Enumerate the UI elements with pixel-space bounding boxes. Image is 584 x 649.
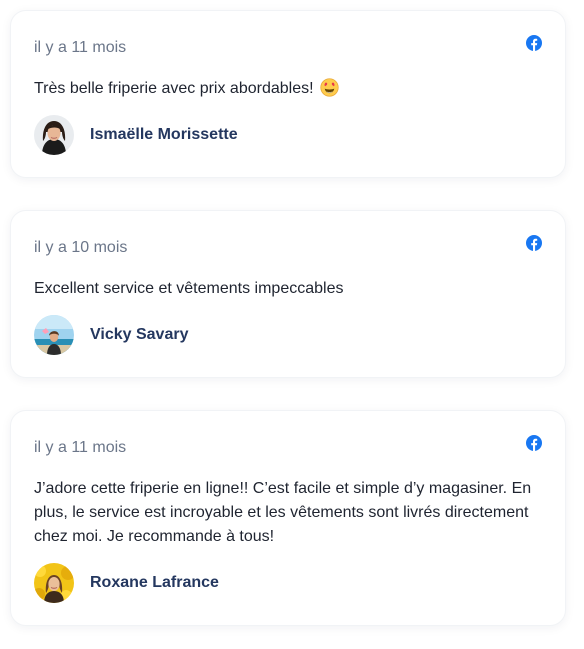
facebook-icon[interactable] bbox=[526, 35, 542, 51]
reviews-list: il y a 11 mois Très belle friperie avec … bbox=[0, 0, 584, 649]
author-name[interactable]: Roxane Lafrance bbox=[90, 574, 219, 592]
review-card: il y a 10 mois Excellent service et vête… bbox=[10, 210, 566, 378]
author-name[interactable]: Vicky Savary bbox=[90, 326, 188, 344]
review-text: Excellent service et vêtements impeccabl… bbox=[34, 280, 344, 297]
avatar bbox=[34, 563, 74, 603]
review-text: J’adore cette friperie en ligne!! C’est … bbox=[34, 480, 532, 545]
review-card: il y a 11 mois Très belle friperie avec … bbox=[10, 10, 566, 178]
author-name[interactable]: Ismaëlle Morissette bbox=[90, 126, 238, 144]
review-author: Roxane Lafrance bbox=[34, 563, 219, 603]
review-text-content: Très belle friperie avec prix abordables… bbox=[34, 80, 314, 97]
review-time: il y a 11 mois bbox=[34, 439, 127, 456]
facebook-icon[interactable] bbox=[526, 435, 542, 451]
review-time: il y a 10 mois bbox=[34, 239, 128, 256]
heart-eyes-emoji-icon bbox=[320, 78, 339, 97]
facebook-icon[interactable] bbox=[526, 235, 542, 251]
review-card: il y a 11 mois J’adore cette friperie en… bbox=[10, 410, 566, 626]
avatar bbox=[34, 115, 74, 155]
review-text: Très belle friperie avec prix abordables… bbox=[34, 77, 539, 101]
review-time: il y a 11 mois bbox=[34, 39, 127, 56]
review-author: Vicky Savary bbox=[34, 315, 188, 355]
review-author: Ismaëlle Morissette bbox=[34, 115, 238, 155]
avatar bbox=[34, 315, 74, 355]
